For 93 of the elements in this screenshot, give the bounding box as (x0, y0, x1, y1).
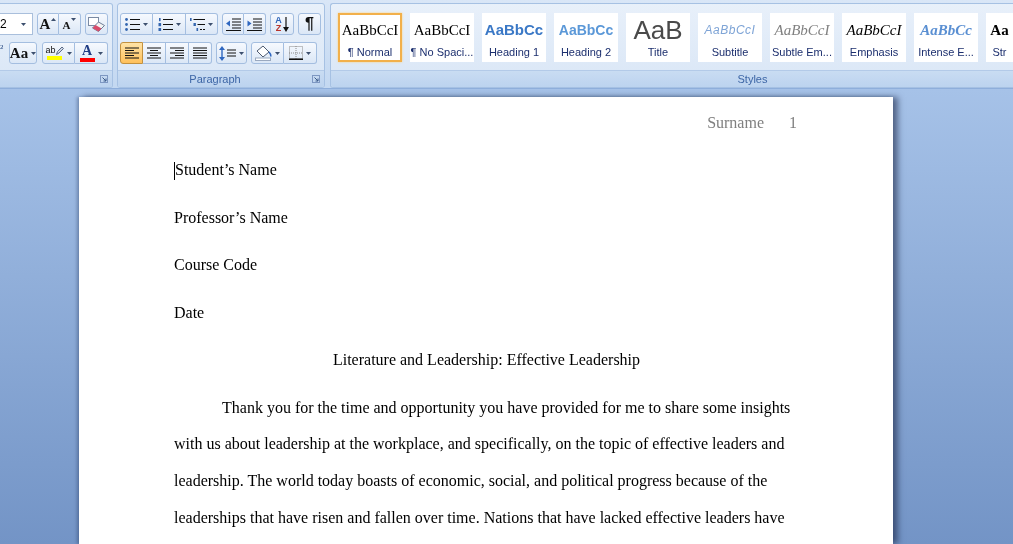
style-tile[interactable]: AaBbCcI Subtle Em... (770, 13, 834, 62)
body-paragraph: Thank you for the time and opportunity you have provided for me to share some insights with us about leadership at the workplace, and specifically, on the topic of effective leaders and leadership. The world today boasts of economic, social, and political progress because of the leaderships that have risen and fallen over time. Nations that have lacked effective leaders have (174, 397, 792, 529)
style-name: ¶ No Spaci... (410, 45, 474, 59)
numbering-button[interactable] (153, 13, 186, 35)
caret-icon (31, 51, 37, 55)
caret-icon (21, 22, 26, 26)
grow-font-button[interactable]: A (37, 13, 59, 35)
center-lines-icon (147, 47, 161, 59)
style-tile[interactable]: AaBbCcI ¶ No Spaci... (410, 13, 474, 62)
text-line: Date (174, 302, 205, 323)
superscript-button[interactable]: ² (0, 42, 7, 64)
style-preview: AaBbCcI (704, 22, 756, 39)
font-color-swatch-icon (79, 57, 95, 62)
style-name: Subtle Em... (772, 45, 832, 59)
justify-button[interactable] (189, 42, 212, 64)
down-arrow-icon (282, 16, 289, 32)
decrease-indent-icon (225, 17, 241, 31)
style-tile[interactable]: AaBbCc Heading 2 (554, 13, 618, 62)
decrease-indent-button[interactable] (222, 13, 244, 35)
highlight-swatch-icon (47, 56, 62, 60)
caret-icon (239, 51, 244, 55)
group-label: Paragraph (188, 73, 242, 85)
eraser-icon (88, 16, 105, 32)
caret-icon (143, 22, 148, 26)
align-center-button[interactable] (143, 42, 166, 64)
style-name: Str (992, 45, 1007, 59)
justify-lines-icon (193, 47, 207, 59)
caret-icon (175, 22, 181, 26)
style-name: Title (647, 45, 669, 59)
shading-button[interactable] (251, 42, 284, 64)
style-tile[interactable]: Aa Str (986, 13, 1013, 62)
numbered-list-icon (157, 17, 173, 31)
style-preview: Aa (990, 21, 1009, 40)
style-preview: AaB (633, 19, 683, 41)
style-preview: AaBbCc (484, 20, 544, 40)
running-head: Surname (707, 114, 764, 133)
caret-icon (51, 18, 57, 21)
pen-icon (55, 46, 64, 55)
style-tile[interactable]: AaBbCc Heading 1 (482, 13, 546, 62)
style-tile[interactable]: AaBbCc Intense E... (914, 13, 978, 62)
highlight-button[interactable]: ab (42, 42, 75, 64)
align-left-button[interactable] (120, 42, 143, 64)
text-line: Student’s Name (175, 160, 277, 181)
page-number: 1 (789, 114, 797, 133)
multilevel-list-button[interactable] (186, 13, 218, 35)
style-name: Intense E... (918, 45, 974, 59)
font-size-field[interactable]: 2 (0, 13, 33, 35)
style-name: Emphasis (849, 45, 899, 59)
paint-bucket-icon (255, 45, 272, 61)
border-square-icon (289, 46, 303, 60)
text-line: Course Code (174, 255, 258, 276)
shrink-font-button[interactable]: A (59, 13, 81, 35)
style-name: Subtitle (711, 45, 749, 59)
line-spacing-icon (219, 45, 236, 61)
change-case-button[interactable]: Aa (9, 42, 37, 64)
style-preview: AaBbCcI (846, 21, 902, 40)
font-color-button[interactable]: A (75, 42, 108, 64)
caret-icon (97, 51, 103, 55)
style-preview: AaBbCc (920, 21, 972, 40)
increase-indent-icon (247, 17, 262, 31)
caret-icon (306, 51, 311, 55)
text-line: Professor’s Name (174, 207, 288, 228)
show-marks-button[interactable]: ¶ (298, 13, 321, 35)
right-lines-icon (170, 47, 184, 59)
line-spacing-button[interactable] (216, 42, 247, 64)
group-label: Styles (736, 73, 769, 85)
dialog-launcher-icon[interactable] (100, 75, 108, 83)
clear-formatting-button[interactable] (85, 13, 108, 35)
style-tile[interactable]: AaBbCcI ¶ Normal (338, 13, 402, 62)
style-preview: AaBbCcI (774, 21, 830, 40)
bulleted-list-icon (125, 17, 140, 31)
style-tile[interactable]: AaBbCcI Subtitle (698, 13, 762, 62)
sort-button[interactable]: A Z (270, 13, 294, 35)
left-lines-icon (124, 47, 139, 59)
caret-icon (208, 22, 213, 26)
multilevel-list-icon (190, 17, 205, 31)
increase-indent-button[interactable] (244, 13, 266, 35)
style-tile[interactable]: AaBbCcI Emphasis (842, 13, 906, 62)
style-name: ¶ Normal (347, 45, 393, 59)
style-name: Heading 1 (488, 45, 540, 59)
style-name: Heading 2 (560, 45, 612, 59)
style-tile[interactable]: AaB Title (626, 13, 690, 62)
style-preview: AaBbCc (558, 21, 614, 40)
bullets-button[interactable] (120, 13, 153, 35)
essay-title: Literature and Leadership: Effective Leadership (331, 350, 642, 371)
borders-button[interactable] (284, 42, 317, 64)
style-preview: AaBbCcI (341, 21, 399, 40)
dialog-launcher-icon[interactable] (312, 75, 320, 83)
caret-icon (275, 51, 280, 55)
align-right-button[interactable] (166, 42, 189, 64)
style-preview: AaBbCcI (413, 21, 471, 40)
caret-icon (71, 18, 77, 21)
caret-icon (66, 51, 72, 55)
